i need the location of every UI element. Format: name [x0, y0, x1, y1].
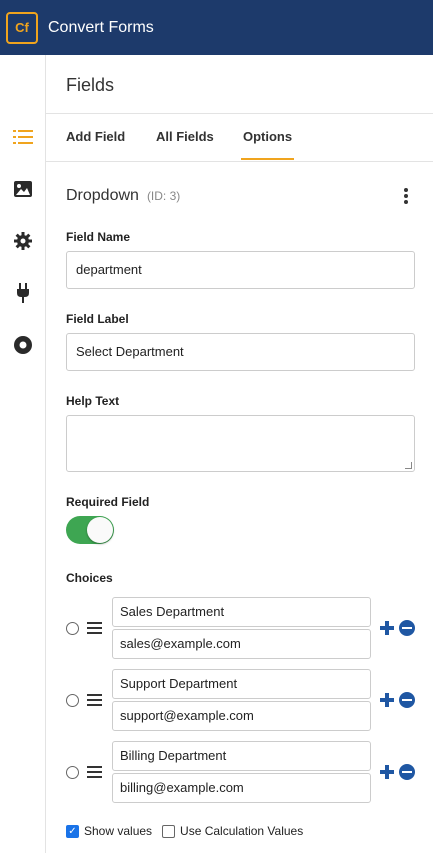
- record-icon[interactable]: [13, 335, 33, 355]
- app-header: Cf Convert Forms: [0, 0, 433, 55]
- field-name-label: Field Name: [66, 230, 131, 244]
- choice-value-input[interactable]: billing@example.com: [112, 773, 371, 803]
- drag-handle-icon[interactable]: [87, 694, 102, 707]
- choice-label-input[interactable]: Billing Department: [112, 741, 371, 771]
- field-type: Dropdown: [66, 187, 139, 204]
- remove-choice-icon[interactable]: [399, 692, 415, 708]
- calculation-values-checkbox[interactable]: [162, 824, 176, 838]
- panel-title: Fields: [66, 75, 115, 95]
- choice-value-input[interactable]: sales@example.com: [112, 629, 371, 659]
- resize-handle[interactable]: [405, 462, 412, 469]
- toggle-knob: [87, 517, 113, 543]
- image-icon[interactable]: [13, 179, 33, 199]
- required-field-toggle[interactable]: [66, 516, 114, 544]
- field-label-label: Field Label: [66, 312, 129, 326]
- tab-all-fields[interactable]: All Fields: [156, 114, 214, 160]
- choices-label: Choices: [66, 571, 113, 585]
- more-options-icon[interactable]: [404, 188, 410, 204]
- calculation-values-label: Use Calculation Values: [180, 824, 304, 838]
- add-choice-icon[interactable]: [379, 692, 395, 708]
- divider: [46, 161, 433, 162]
- field-id: (ID: 3): [146, 189, 181, 203]
- tab-bar: Add Field All Fields Options: [46, 114, 433, 160]
- remove-choice-icon[interactable]: [399, 620, 415, 636]
- show-values-label: Show values: [84, 824, 153, 838]
- add-choice-icon[interactable]: [379, 620, 395, 636]
- field-options-panel: Fields Add Field All Fields Options Drop…: [46, 55, 433, 853]
- sidebar-rail: [0, 55, 46, 853]
- help-text-label: Help Text: [66, 394, 120, 408]
- show-values-checkbox[interactable]: ✓: [66, 824, 79, 838]
- choice-options-row: ✓ Show values Use Calculation Values: [66, 824, 303, 838]
- add-choice-icon[interactable]: [379, 764, 395, 780]
- field-heading: Dropdown (ID: 3): [66, 187, 180, 205]
- app-logo: Cf: [6, 11, 38, 44]
- help-text-input[interactable]: [66, 415, 415, 472]
- remove-choice-icon[interactable]: [399, 764, 415, 780]
- plug-icon[interactable]: [13, 283, 33, 303]
- drag-handle-icon[interactable]: [87, 622, 102, 635]
- gear-icon[interactable]: [13, 231, 33, 251]
- app-title: Convert Forms: [48, 18, 154, 36]
- choice-default-radio[interactable]: [66, 622, 79, 635]
- field-name-input[interactable]: department: [66, 251, 415, 289]
- tab-options[interactable]: Options: [241, 114, 295, 160]
- drag-handle-icon[interactable]: [87, 766, 102, 779]
- choice-default-radio[interactable]: [66, 694, 79, 707]
- choice-label-input[interactable]: Support Department: [112, 669, 371, 699]
- field-label-input[interactable]: Select Department: [66, 333, 415, 371]
- choice-default-radio[interactable]: [66, 766, 79, 779]
- required-field-label: Required Field: [66, 495, 150, 509]
- list-icon[interactable]: [13, 127, 33, 147]
- choice-value-input[interactable]: support@example.com: [112, 701, 371, 731]
- tab-add-field[interactable]: Add Field: [66, 114, 125, 160]
- choice-label-input[interactable]: Sales Department: [112, 597, 371, 627]
